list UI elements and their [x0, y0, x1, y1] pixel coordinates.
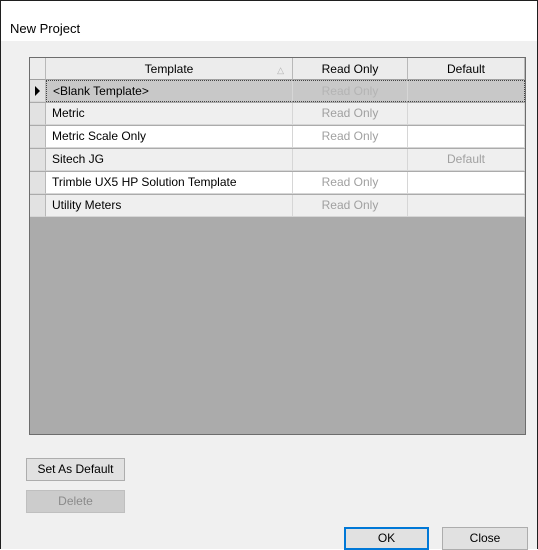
read-only-cell[interactable]: Read Only: [293, 80, 408, 102]
column-header-default[interactable]: Default: [408, 58, 525, 80]
ok-button[interactable]: OK: [344, 527, 429, 550]
default-cell[interactable]: [408, 195, 525, 217]
read-only-cell[interactable]: [293, 149, 408, 171]
row-pointer-icon: [35, 86, 40, 96]
template-cell[interactable]: Utility Meters: [46, 195, 293, 217]
default-cell[interactable]: [408, 172, 525, 194]
row-selector-header: [30, 58, 46, 80]
close-button[interactable]: Close: [442, 527, 528, 550]
row-selector[interactable]: [30, 126, 46, 148]
table-row[interactable]: Sitech JG Default: [30, 149, 525, 171]
read-only-cell[interactable]: Read Only: [293, 195, 408, 217]
table-row[interactable]: Trimble UX5 HP Solution Template Read On…: [30, 172, 525, 194]
table-row[interactable]: <Blank Template> Read Only: [30, 80, 525, 102]
template-cell[interactable]: Metric Scale Only: [46, 126, 293, 148]
default-cell[interactable]: [408, 103, 525, 125]
table-row[interactable]: Utility Meters Read Only: [30, 195, 525, 217]
default-cell[interactable]: [408, 80, 525, 102]
dialog-title: New Project: [10, 21, 81, 36]
new-project-dialog: New Project Template △ Read Only Default…: [0, 0, 538, 550]
template-cell[interactable]: Metric: [46, 103, 293, 125]
set-as-default-button[interactable]: Set As Default: [26, 458, 125, 481]
delete-button[interactable]: Delete: [26, 490, 125, 513]
default-cell[interactable]: Default: [408, 149, 525, 171]
template-cell[interactable]: Sitech JG: [46, 149, 293, 171]
template-grid[interactable]: Template △ Read Only Default <Blank Temp…: [29, 57, 526, 435]
default-cell[interactable]: [408, 126, 525, 148]
read-only-cell[interactable]: Read Only: [293, 172, 408, 194]
title-bar: New Project: [1, 1, 537, 41]
row-selector[interactable]: [30, 172, 46, 194]
row-selector[interactable]: [30, 149, 46, 171]
sort-up-icon: △: [277, 65, 284, 75]
column-header-template-label: Template: [144, 62, 194, 76]
template-cell[interactable]: <Blank Template>: [46, 80, 293, 102]
column-header-template[interactable]: Template △: [46, 58, 293, 80]
read-only-cell[interactable]: Read Only: [293, 126, 408, 148]
row-selector[interactable]: [30, 80, 46, 102]
column-header-read-only[interactable]: Read Only: [293, 58, 408, 80]
read-only-cell[interactable]: Read Only: [293, 103, 408, 125]
template-cell[interactable]: Trimble UX5 HP Solution Template: [46, 172, 293, 194]
table-row[interactable]: Metric Read Only: [30, 103, 525, 125]
row-selector[interactable]: [30, 195, 46, 217]
row-selector[interactable]: [30, 103, 46, 125]
table-row[interactable]: Metric Scale Only Read Only: [30, 126, 525, 148]
